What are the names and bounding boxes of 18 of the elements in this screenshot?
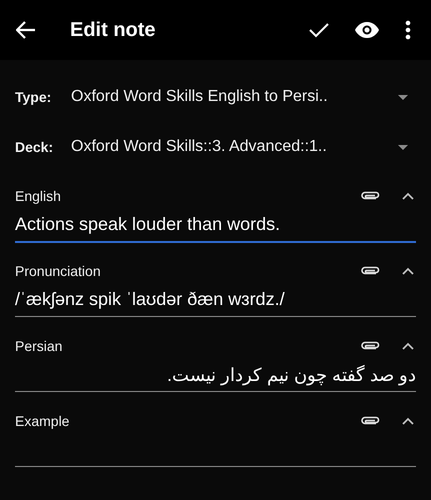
collapse-icon[interactable] bbox=[400, 340, 416, 352]
field-label: Pronunciation bbox=[15, 263, 101, 279]
dropdown[interactable]: Oxford Word Skills::3. Advanced::1.. bbox=[71, 138, 416, 156]
text-field[interactable]: دو صد گفته چون نیم کردار نیست. bbox=[15, 360, 416, 392]
collapse-icon[interactable] bbox=[400, 265, 416, 277]
selector-label: Type: bbox=[15, 89, 52, 105]
dropdown[interactable]: Oxford Word Skills English to Persi.. bbox=[71, 88, 416, 106]
selector-label: Deck: bbox=[15, 139, 54, 155]
dropdown-arrow-icon bbox=[398, 94, 408, 100]
field-label: Persian bbox=[15, 338, 62, 354]
collapse-icon[interactable] bbox=[400, 190, 416, 202]
collapse-icon[interactable] bbox=[400, 415, 416, 427]
text-field[interactable]: /ˈækʃənz spik ˈlaʊdər ðæn wɜrdz./ bbox=[15, 285, 416, 317]
dropdown-arrow-icon bbox=[398, 144, 408, 150]
field-label: English bbox=[15, 188, 61, 204]
text-field[interactable]: Actions speak louder than words. bbox=[15, 210, 416, 243]
field-label: Example bbox=[15, 413, 70, 429]
screen-title: Edit note bbox=[70, 18, 156, 42]
